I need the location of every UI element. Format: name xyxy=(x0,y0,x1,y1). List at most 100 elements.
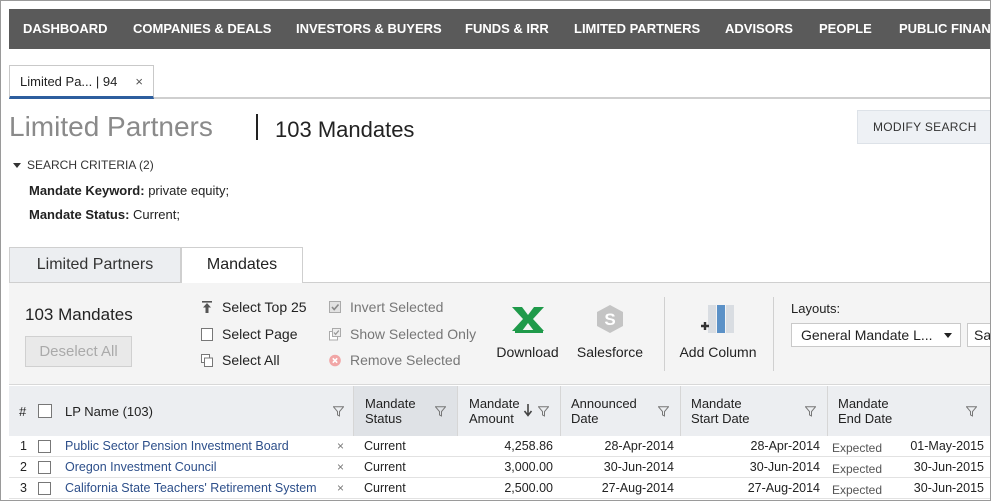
results-toolbar: 103 Mandates Deselect All Select Top 25 … xyxy=(9,283,990,385)
svg-text:S: S xyxy=(604,310,615,329)
row-checkbox[interactable] xyxy=(38,482,51,495)
start-date: 30-Jun-2014 xyxy=(749,460,820,474)
select-all-checkbox[interactable] xyxy=(38,404,52,418)
row-number: 2 xyxy=(20,460,27,474)
search-criteria-toggle[interactable]: SEARCH CRITERIA (2) xyxy=(13,158,154,172)
toolbar-count: 103 Mandates xyxy=(25,305,133,324)
mandate-amount: 2,500.00 xyxy=(504,481,553,495)
deselect-all-button[interactable]: Deselect All xyxy=(25,336,132,367)
announced-date: 30-Jun-2014 xyxy=(603,460,674,474)
doc-tab-limited-partners[interactable]: Limited Pa... | 94 × xyxy=(9,65,154,99)
filter-icon[interactable] xyxy=(538,406,549,417)
select-page-label: Select Page xyxy=(222,326,298,342)
layouts-label: Layouts: xyxy=(791,301,841,316)
title-divider xyxy=(256,114,258,140)
filter-icon[interactable] xyxy=(966,406,977,417)
criteria-keyword: Mandate Keyword: private equity; xyxy=(29,183,229,198)
view-tabs: Limited Partners Mandates xyxy=(9,247,990,284)
remove-row-icon[interactable]: × xyxy=(337,436,344,457)
triangle-down-icon xyxy=(13,163,21,169)
nav-investors-buyers[interactable]: INVESTORS & BUYERS xyxy=(296,9,442,49)
header-announced-date[interactable]: Announced Date xyxy=(561,386,681,436)
layouts-dropdown[interactable]: General Mandate L... xyxy=(791,323,961,347)
row-number: 1 xyxy=(20,439,27,453)
filter-icon[interactable] xyxy=(658,406,669,417)
remove-selected[interactable]: Remove Selected xyxy=(329,352,461,368)
invert-selected[interactable]: Invert Selected xyxy=(329,299,443,315)
filter-icon[interactable] xyxy=(805,406,816,417)
nav-companies-deals[interactable]: COMPANIES & DEALS xyxy=(133,9,271,49)
salesforce-button[interactable]: S Salesforce xyxy=(575,303,645,360)
nav-public-financials[interactable]: PUBLIC FINANCI xyxy=(899,9,990,49)
show-selected-icon xyxy=(329,328,341,341)
remove-row-icon[interactable]: × xyxy=(337,457,344,478)
criteria-keyword-label: Mandate Keyword: xyxy=(29,183,145,198)
end-date: 30-Jun-2015 xyxy=(913,460,984,474)
remove-icon xyxy=(329,354,341,367)
select-all[interactable]: Select All xyxy=(201,352,280,368)
nav-advisors[interactable]: ADVISORS xyxy=(725,9,793,49)
show-selected-label: Show Selected Only xyxy=(350,326,477,342)
header-lp-name[interactable]: # LP Name (103) xyxy=(9,386,354,436)
lp-name-link[interactable]: California State Teachers' Retirement Sy… xyxy=(65,478,317,499)
row-checkbox[interactable] xyxy=(38,440,51,453)
stacked-checkbox-icon xyxy=(201,354,213,367)
mandate-amount: 3,000.00 xyxy=(504,460,553,474)
header-end-date[interactable]: Mandate End Date xyxy=(828,386,990,436)
search-criteria-label: SEARCH CRITERIA (2) xyxy=(27,158,154,172)
close-icon[interactable]: × xyxy=(135,66,143,98)
select-top-icon xyxy=(202,301,212,313)
table-row[interactable]: 2 Oregon Investment Council × Current 3,… xyxy=(9,457,990,478)
filter-icon[interactable] xyxy=(333,406,344,417)
nav-funds-irr[interactable]: FUNDS & IRR xyxy=(465,9,549,49)
header-announced-line1: Announced xyxy=(571,396,637,411)
add-column-button[interactable]: Add Column xyxy=(677,303,759,360)
select-top-25[interactable]: Select Top 25 xyxy=(201,299,307,315)
tab-limited-partners[interactable]: Limited Partners xyxy=(9,247,181,283)
toolbar-divider xyxy=(664,297,665,371)
header-mandate-status[interactable]: Mandate Status xyxy=(354,386,458,436)
table-row[interactable]: 3 California State Teachers' Retirement … xyxy=(9,478,990,499)
salesforce-label: Salesforce xyxy=(576,344,644,360)
tab-mandates[interactable]: Mandates xyxy=(181,247,303,284)
lp-name-link[interactable]: Oregon Investment Council xyxy=(65,457,216,478)
header-start-line2: Start Date xyxy=(691,411,750,426)
header-mandate-amount[interactable]: Mandate Amount xyxy=(458,386,561,436)
end-date-tag: Expected xyxy=(832,483,883,497)
remove-row-icon[interactable]: × xyxy=(337,478,344,499)
nav-people[interactable]: PEOPLE xyxy=(819,9,872,49)
header-start-line1: Mandate xyxy=(691,396,742,411)
select-top-label: Select Top 25 xyxy=(222,299,307,315)
table-row[interactable]: 1 Public Sector Pension Investment Board… xyxy=(9,436,990,457)
header-start-date[interactable]: Mandate Start Date xyxy=(681,386,828,436)
end-date-tag: Expected xyxy=(832,462,883,476)
criteria-status: Mandate Status: Current; xyxy=(29,207,180,222)
header-announced-line2: Date xyxy=(571,411,599,426)
header-status-line1: Mandate xyxy=(365,396,416,411)
row-checkbox[interactable] xyxy=(38,461,51,474)
end-date: 30-Jun-2015 xyxy=(913,481,984,495)
modify-search-button[interactable]: MODIFY SEARCH xyxy=(857,110,990,144)
row-number: 3 xyxy=(20,481,27,495)
add-column-label: Add Column xyxy=(679,344,757,360)
filter-icon[interactable] xyxy=(435,406,446,417)
mandate-status: Current xyxy=(364,460,406,474)
header-amount-line2: Amount xyxy=(469,411,514,426)
mandate-status: Current xyxy=(364,439,406,453)
start-date: 27-Aug-2014 xyxy=(747,481,820,495)
download-button[interactable]: Download xyxy=(495,303,560,360)
header-end-line2: End Date xyxy=(838,411,893,426)
header-status-line2: Status xyxy=(365,411,402,426)
nav-limited-partners[interactable]: LIMITED PARTNERS xyxy=(574,9,700,49)
checked-box-icon xyxy=(329,301,341,313)
nav-dashboard[interactable]: DASHBOARD xyxy=(23,9,108,49)
show-selected-only[interactable]: Show Selected Only xyxy=(329,326,476,342)
select-page[interactable]: Select Page xyxy=(201,326,298,342)
sort-descending-icon[interactable] xyxy=(523,404,533,417)
page-title: Limited Partners xyxy=(9,111,213,142)
remove-selected-label: Remove Selected xyxy=(350,352,461,368)
criteria-keyword-value: private equity; xyxy=(148,183,230,198)
lp-name-link[interactable]: Public Sector Pension Investment Board xyxy=(65,436,289,457)
download-label: Download xyxy=(496,344,559,360)
save-layout-button[interactable]: Save xyxy=(967,323,990,347)
